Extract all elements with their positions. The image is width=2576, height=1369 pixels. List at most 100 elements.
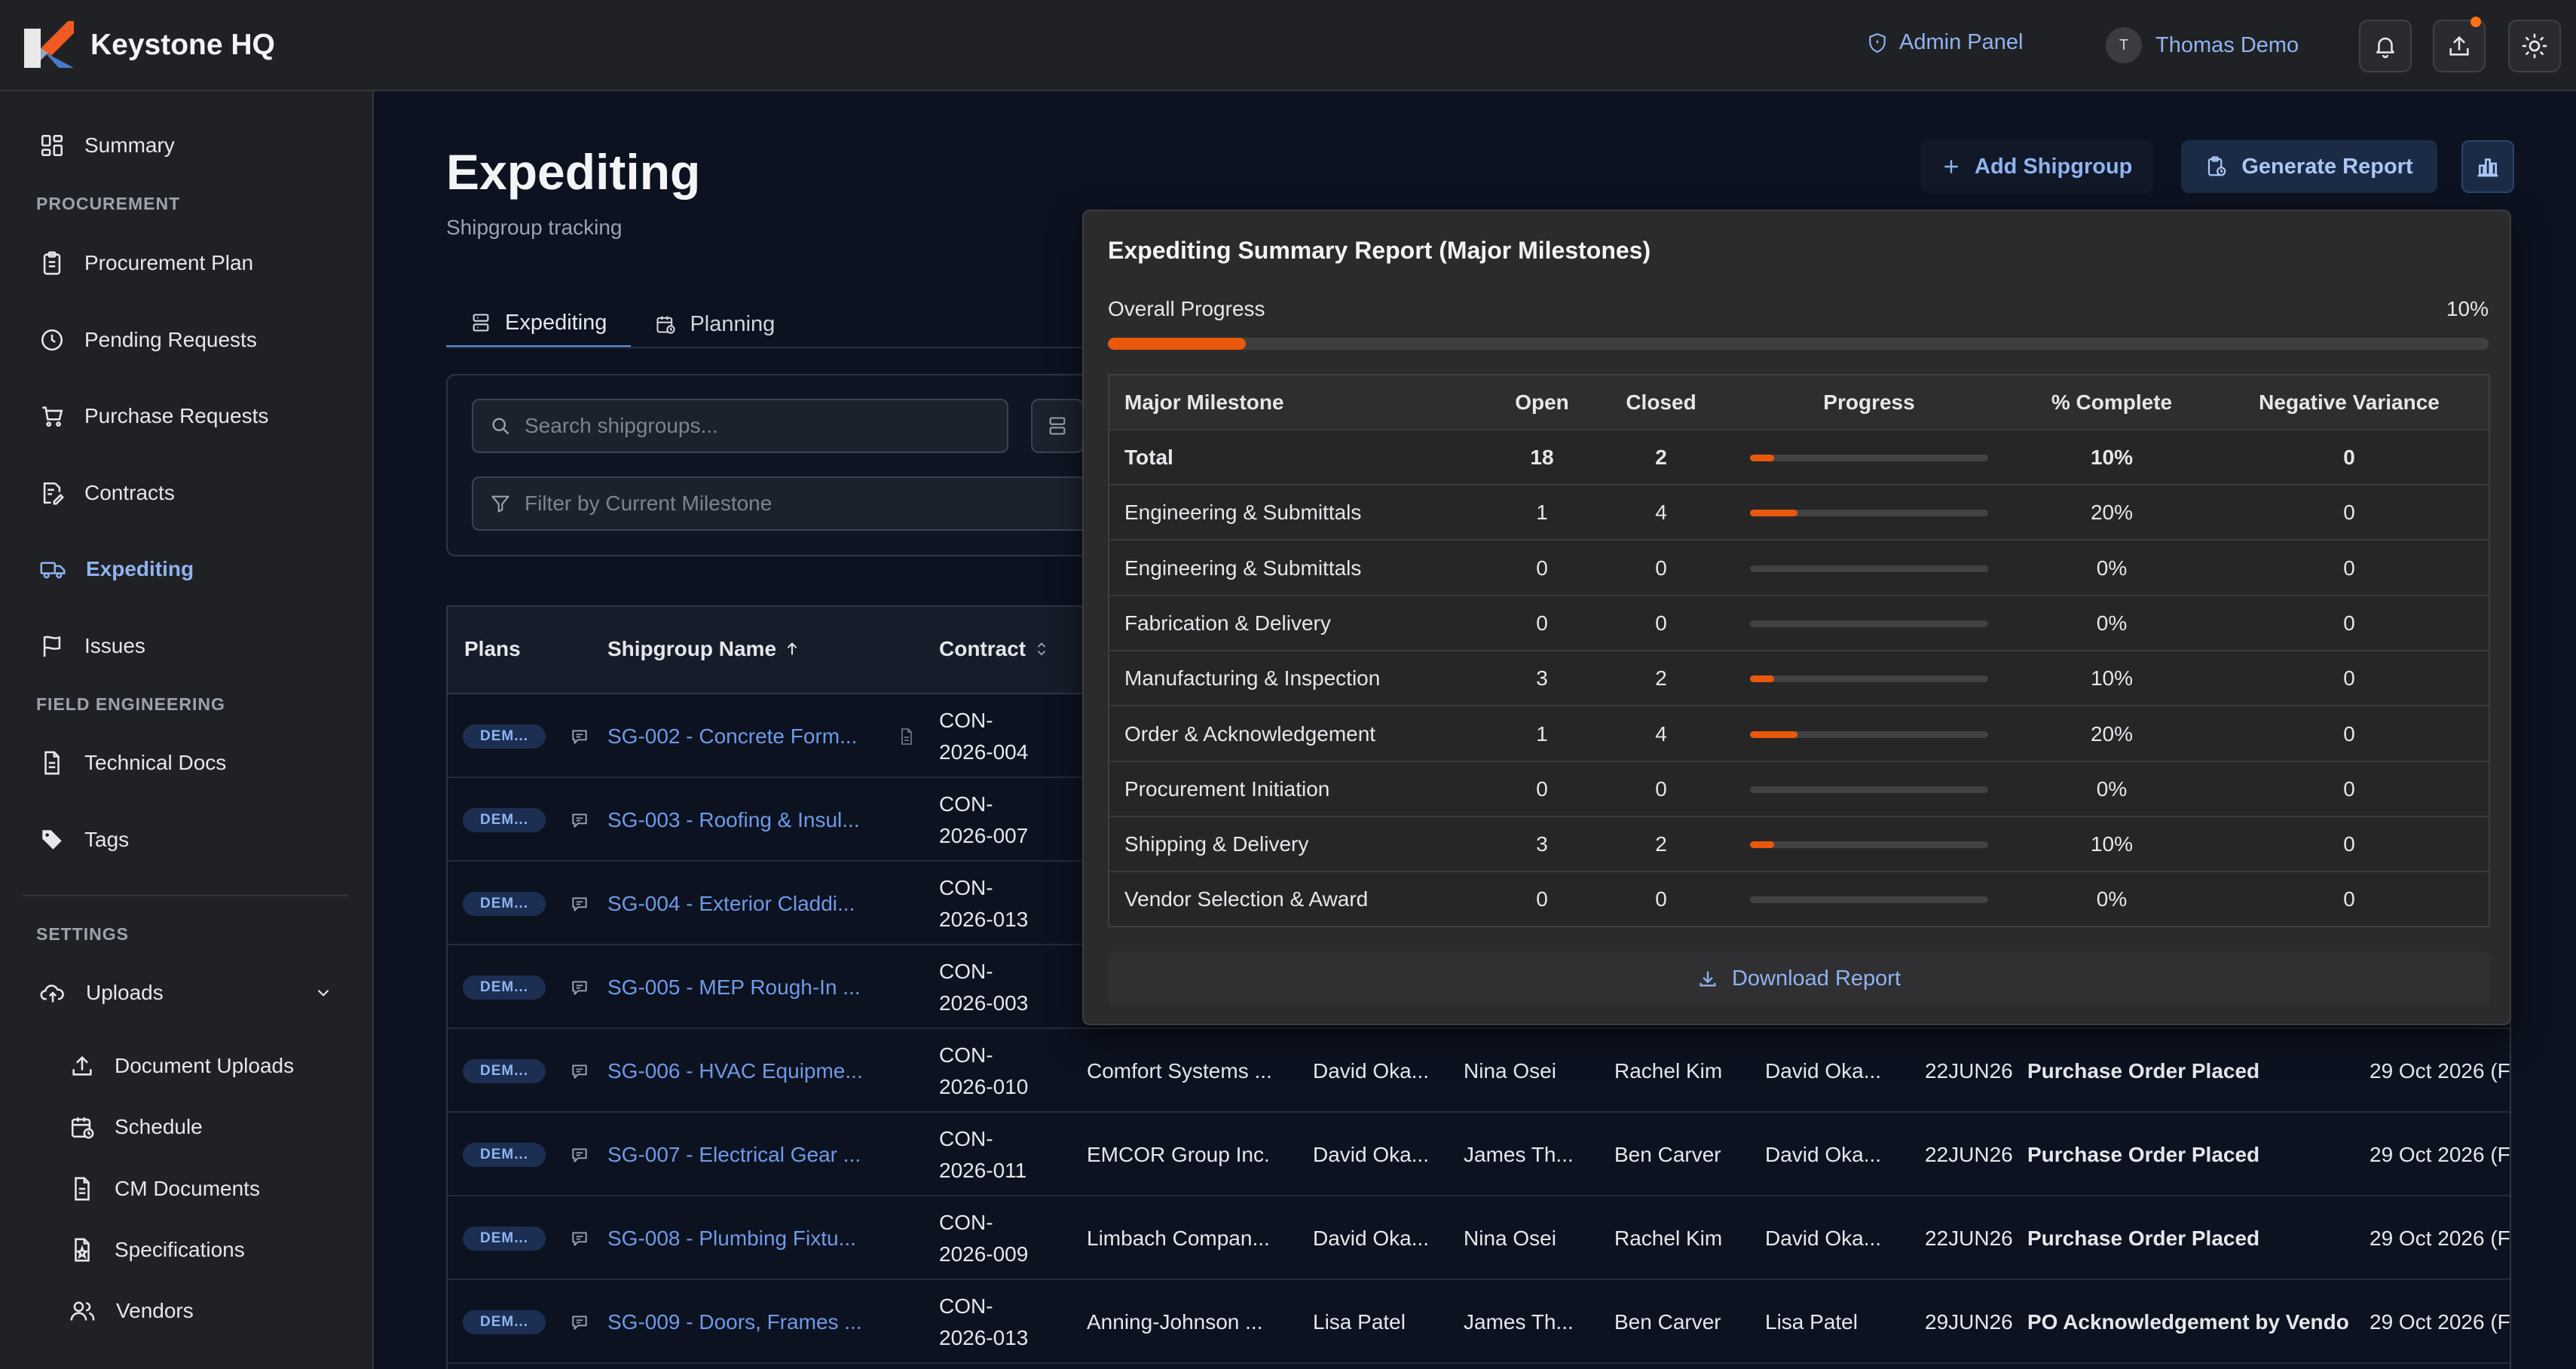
sort-ascending-icon xyxy=(784,639,800,659)
plan-badge[interactable]: DEM... xyxy=(463,1310,546,1334)
sort-icon xyxy=(1033,639,1050,659)
sidebar-item-tags[interactable]: Tags xyxy=(39,827,129,853)
shipgroup-name-link[interactable]: SG-009 - Doors, Frames ... xyxy=(607,1310,862,1334)
sidebar-item-expediting[interactable]: Expediting xyxy=(39,556,194,582)
comment-icon[interactable] xyxy=(570,727,589,746)
view-toggle-button[interactable] xyxy=(1031,399,1084,453)
contract-cell: CON- 2026-007 xyxy=(939,792,1029,847)
sidebar-item-contracts[interactable]: Contracts xyxy=(39,480,175,506)
plan-badge[interactable]: DEM... xyxy=(463,892,546,916)
column-header-shipgroup-name[interactable]: Shipgroup Name xyxy=(607,637,800,661)
cell-p1: David Oka... xyxy=(1313,1059,1430,1083)
plan-badge[interactable]: DEM... xyxy=(463,1143,546,1167)
comment-icon[interactable] xyxy=(570,810,589,830)
chevron-down-icon[interactable] xyxy=(314,983,333,1003)
table-row[interactable]: DEM... SG-009 - Doors, Frames ... CON- 2026… xyxy=(448,1280,2510,1364)
comment-icon[interactable] xyxy=(570,1312,589,1332)
app-title[interactable]: Keystone HQ xyxy=(90,29,275,62)
table-row[interactable]: DEM... SG-007 - Electrical Gear ... CON- 20… xyxy=(448,1113,2510,1196)
milestone-progress-bar xyxy=(1750,675,1988,683)
sidebar-item-label: Purchase Requests xyxy=(84,404,269,427)
shipgroup-name-link[interactable]: SG-007 - Electrical Gear ... xyxy=(607,1143,861,1167)
sidebar-item-specifications[interactable]: Specifications xyxy=(69,1237,245,1263)
bell-icon xyxy=(2373,33,2398,59)
milestone-progress-fill xyxy=(1750,510,1798,517)
open-count: 18 xyxy=(1530,446,1554,469)
sidebar-item-purchase-requests[interactable]: Purchase Requests xyxy=(39,403,268,429)
download-report-label: Download Report xyxy=(1731,966,1901,991)
sidebar-item-summary[interactable]: Summary xyxy=(39,133,175,158)
closed-count: 0 xyxy=(1655,776,1667,801)
column-header-plans[interactable]: Plans xyxy=(464,637,521,661)
sidebar-item-cm-documents[interactable]: CM Documents xyxy=(69,1176,260,1202)
sidebar-item-pending-requests[interactable]: Pending Requests xyxy=(39,327,257,353)
closed-count: 4 xyxy=(1655,721,1667,746)
document-icon[interactable] xyxy=(898,727,916,746)
keystone-logo-icon[interactable] xyxy=(21,18,75,72)
column-header-contract[interactable]: Contract xyxy=(939,637,1050,661)
sidebar-item-document-uploads[interactable]: Document Uploads xyxy=(69,1053,294,1079)
search-input[interactable]: Search shipgroups... xyxy=(472,399,1008,453)
shipgroup-name-link[interactable]: SG-004 - Exterior Claddi... xyxy=(607,892,855,916)
milestone-progress-bar xyxy=(1750,510,1988,517)
sidebar-item-schedule[interactable]: Schedule xyxy=(69,1114,203,1140)
closed-count: 2 xyxy=(1655,832,1667,856)
cell-p4: David Oka... xyxy=(1765,1227,1882,1250)
percent-complete: 0% xyxy=(2096,776,2128,801)
plan-badge[interactable]: DEM... xyxy=(463,1059,546,1083)
tab-expediting[interactable]: Expediting xyxy=(446,300,632,348)
tab-planning[interactable]: Planning xyxy=(631,300,799,348)
cell-milestone: Purchase Order Placed xyxy=(2027,1059,2260,1083)
summary-chart-button[interactable] xyxy=(2461,140,2514,193)
sidebar-item-uploads[interactable]: Uploads xyxy=(39,980,333,1006)
report-icon xyxy=(2205,155,2228,178)
cell-p2: James Th... xyxy=(1464,1143,1574,1166)
download-report-button[interactable]: Download Report xyxy=(1108,951,2490,1006)
cell-p3: Ben Carver xyxy=(1614,1143,1721,1166)
shipgroup-name-link[interactable]: SG-003 - Roofing & Insul... xyxy=(607,808,860,832)
comment-icon[interactable] xyxy=(570,1145,589,1165)
shipgroup-name-link[interactable]: SG-005 - MEP Rough-In ... xyxy=(607,975,861,1000)
table-row[interactable]: DEM... SG-006 - HVAC Equipme... CON- 2026-0… xyxy=(448,1029,2510,1113)
theme-toggle-button[interactable] xyxy=(2508,20,2561,72)
upload-button[interactable] xyxy=(2433,17,2486,72)
add-shipgroup-button[interactable]: Add Shipgroup xyxy=(1920,140,2154,193)
user-menu[interactable]: T Thomas Demo xyxy=(2106,27,2299,63)
milestone-row: Engineering & Submittals 1 4 20% 0 xyxy=(1109,485,2489,541)
plan-badge[interactable]: DEM... xyxy=(463,724,546,749)
open-count: 3 xyxy=(1536,832,1548,856)
comment-icon[interactable] xyxy=(570,978,589,997)
sidebar-item-label: Contracts xyxy=(84,481,175,504)
stack-icon xyxy=(1047,415,1068,436)
comment-icon[interactable] xyxy=(570,1061,589,1081)
sidebar-item-label: Technical Docs xyxy=(84,751,227,774)
milestone-progress-fill xyxy=(1750,675,1774,683)
table-row[interactable]: DEM... SG-008 - Plumbing Fixtu... CON- 2026… xyxy=(448,1196,2510,1280)
sidebar-item-technical-docs[interactable]: Technical Docs xyxy=(39,750,226,776)
plan-badge[interactable]: DEM... xyxy=(463,808,546,832)
shipgroup-name-link[interactable]: SG-008 - Plumbing Fixtu... xyxy=(607,1227,856,1251)
negative-variance: 0 xyxy=(2343,611,2355,635)
milestone-name: Engineering & Submittals xyxy=(1124,501,1362,525)
shipgroup-name-link[interactable]: SG-006 - HVAC Equipme... xyxy=(607,1059,863,1083)
cell-date: 22JUN26 xyxy=(1925,1143,2013,1166)
generate-report-button[interactable]: Generate Report xyxy=(2181,140,2437,193)
sidebar-item-procurement-plan[interactable]: Procurement Plan xyxy=(39,250,253,276)
sidebar-item-label: Summary xyxy=(84,133,175,157)
admin-panel-link[interactable]: Admin Panel xyxy=(1868,30,2023,55)
milestone-progress-bar xyxy=(1750,841,1988,849)
shipgroup-name-link[interactable]: SG-002 - Concrete Form... xyxy=(607,724,857,749)
plan-badge[interactable]: DEM... xyxy=(463,975,546,1000)
spec-document-icon xyxy=(69,1237,95,1263)
upload-icon xyxy=(69,1053,95,1079)
sidebar-item-vendors[interactable]: Vendors xyxy=(69,1298,194,1324)
plan-badge[interactable]: DEM... xyxy=(463,1227,546,1251)
milestone-row: Total 18 2 10% 0 xyxy=(1109,430,2489,485)
comment-icon[interactable] xyxy=(570,1229,589,1248)
closed-count: 0 xyxy=(1655,611,1667,635)
milestone-progress-fill xyxy=(1750,841,1774,849)
notifications-button[interactable] xyxy=(2359,20,2412,72)
comment-icon[interactable] xyxy=(570,894,589,914)
sidebar-item-label: Pending Requests xyxy=(84,328,257,351)
sidebar-item-issues[interactable]: Issues xyxy=(39,633,145,659)
